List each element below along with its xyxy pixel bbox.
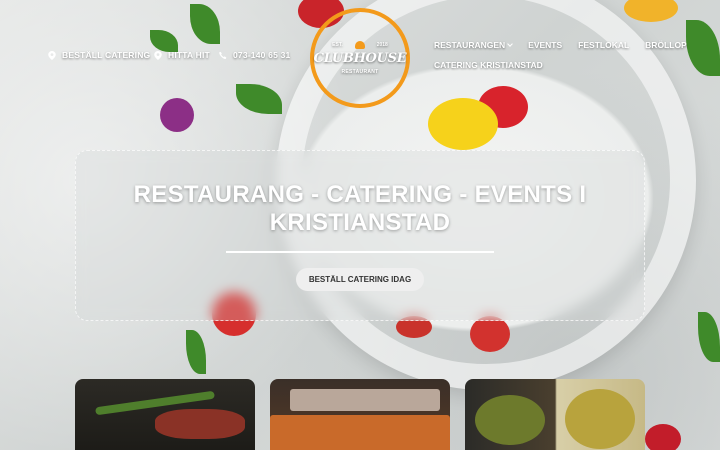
site-header: BESTÄLL CATERING HITTA HIT 073-140 65 31… xyxy=(0,0,720,110)
find-us-link[interactable]: HITTA HIT xyxy=(154,50,210,60)
map-pin-icon xyxy=(154,50,162,60)
hero-title: RESTAURANG - CATERING - EVENTS I KRISTIA… xyxy=(133,181,587,236)
order-catering-button[interactable]: BESTÄLL CATERING IDAG xyxy=(295,268,425,291)
find-us-label: HITTA HIT xyxy=(168,50,210,60)
hero-divider xyxy=(226,251,494,253)
nav-item-restaurangen[interactable]: RESTAURANGEN xyxy=(434,40,513,50)
order-catering-link[interactable]: BESTÄLL CATERING xyxy=(48,50,150,60)
burger-icon xyxy=(354,41,365,49)
order-catering-label: BESTÄLL CATERING xyxy=(62,50,151,60)
berry-decoration xyxy=(645,424,681,450)
main-nav: RESTAURANGEN EVENTS FESTLOKAL BRÖLLOP CA… xyxy=(434,40,714,70)
clubhouse-logo[interactable]: EST. 2018 CLUBHOUSE RESTAURANT xyxy=(310,8,410,108)
phone-link[interactable]: 073-140 65 31 xyxy=(219,50,290,60)
logo-name: CLUBHOUSE xyxy=(313,51,407,66)
nav-item-festlokal[interactable]: FESTLOKAL xyxy=(578,40,629,50)
nav-item-events[interactable]: EVENTS xyxy=(528,40,562,50)
logo-year: 2018 xyxy=(376,42,388,48)
hero-panel: RESTAURANG - CATERING - EVENTS I KRISTIA… xyxy=(75,150,645,321)
strawberry-decoration xyxy=(470,316,510,352)
map-pin-icon xyxy=(48,50,56,60)
logo-est: EST. xyxy=(332,42,343,48)
phone-number: 073-140 65 31 xyxy=(233,50,291,60)
feature-card-image[interactable] xyxy=(75,379,255,450)
nav-item-catering-kristianstad[interactable]: CATERING KRISTIANSTAD xyxy=(434,60,543,70)
feature-cards xyxy=(75,379,645,450)
logo-subtitle: RESTAURANT xyxy=(341,69,379,75)
chevron-down-icon xyxy=(507,41,513,47)
nav-item-brollop[interactable]: BRÖLLOP xyxy=(645,40,687,50)
phone-icon xyxy=(219,51,227,59)
feature-card-image[interactable] xyxy=(465,379,645,450)
feature-card-image[interactable] xyxy=(270,379,450,450)
